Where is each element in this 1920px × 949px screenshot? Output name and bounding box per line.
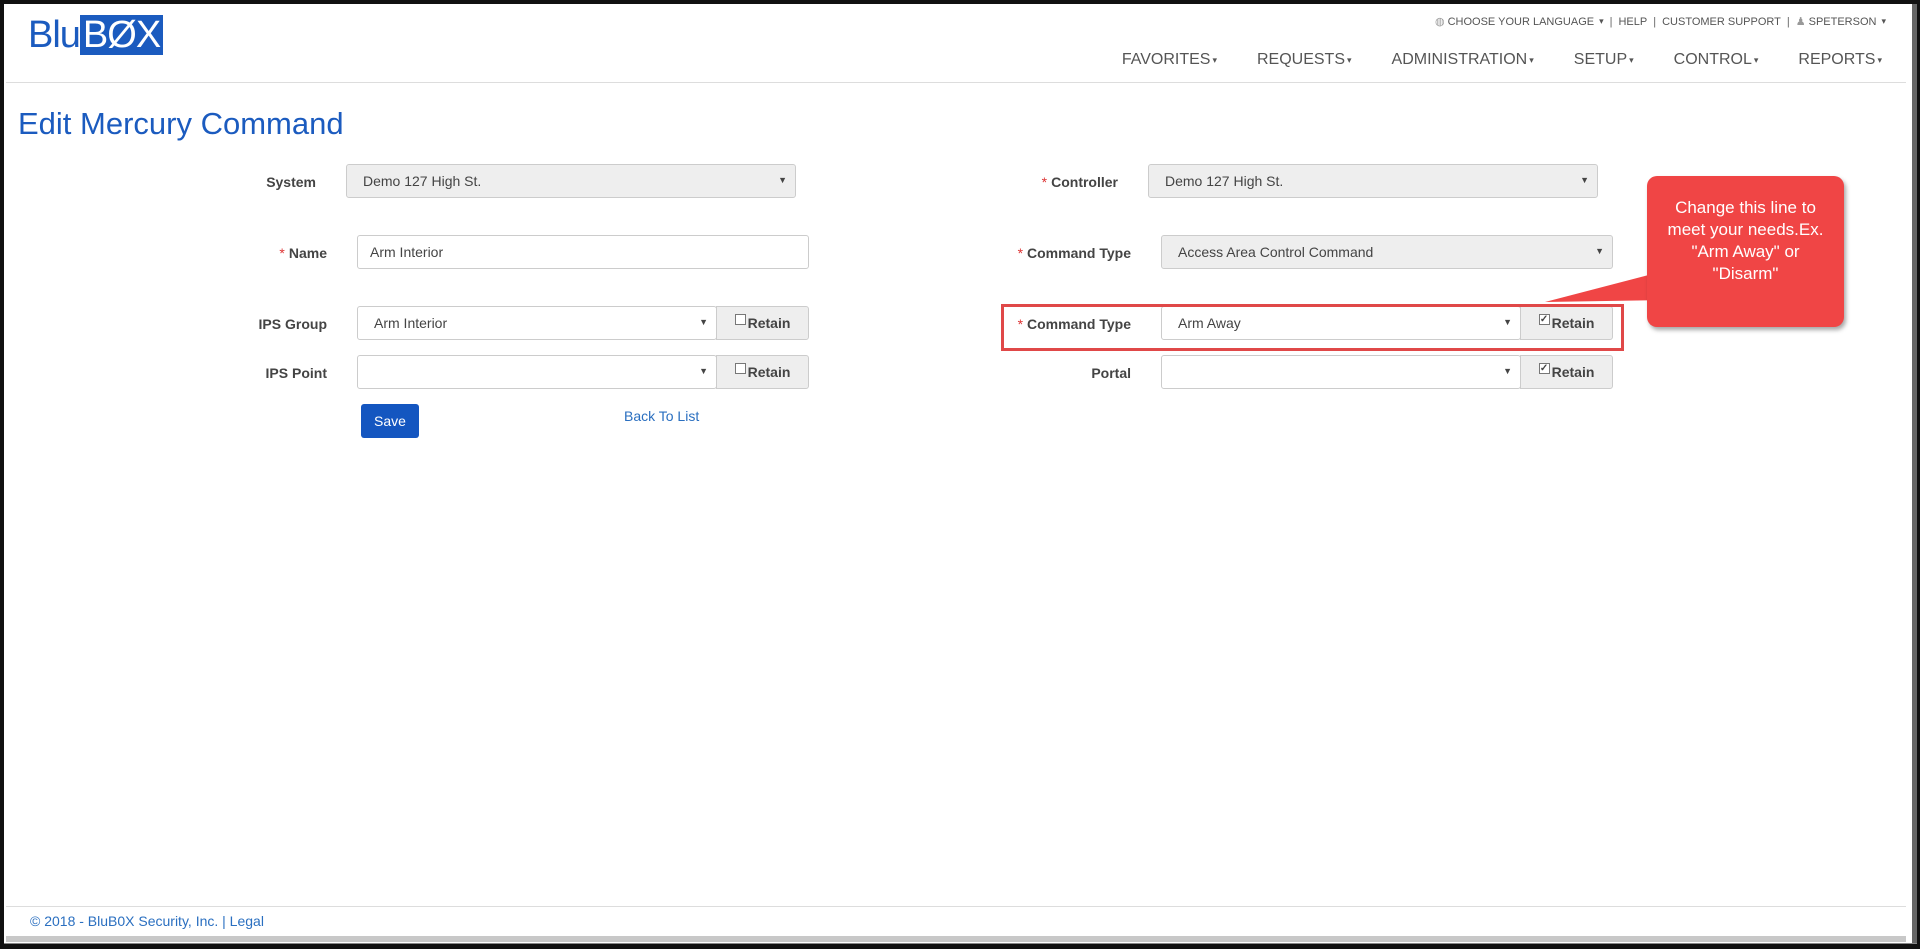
nav-favorites[interactable]: FAVORITES ▾	[1102, 51, 1237, 69]
vertical-scrollbar[interactable]	[1906, 84, 1912, 904]
language-label: CHOOSE YOUR LANGUAGE	[1447, 15, 1595, 28]
caret-down-icon: ▼	[778, 175, 787, 185]
command-type-select[interactable]: Access Area Control Command ▼	[1161, 235, 1613, 269]
logo-text-blu: Blu	[28, 14, 81, 56]
system-select[interactable]: Demo 127 High St. ▼	[346, 164, 796, 198]
ips-group-select[interactable]: Arm Interior ▼	[357, 306, 717, 340]
controller-select[interactable]: Demo 127 High St. ▼	[1148, 164, 1598, 198]
command-type-label-text: Command Type	[1027, 245, 1131, 261]
nav-requests[interactable]: REQUESTS ▾	[1237, 51, 1372, 69]
ips-group-label-text: IPS Group	[258, 316, 327, 332]
caret-down-icon: ▾	[1881, 16, 1886, 26]
nav-administration[interactable]: ADMINISTRATION ▾	[1372, 51, 1554, 69]
retain-checkbox[interactable]	[734, 362, 746, 374]
retain-checkbox[interactable]	[734, 313, 746, 325]
ips-point-label: IPS Point	[230, 365, 327, 381]
system-label: System	[230, 174, 316, 190]
retain-label: Retain	[747, 315, 791, 331]
caret-down-icon: ▼	[1503, 366, 1512, 376]
nav-setup[interactable]: SETUP ▾	[1554, 51, 1654, 69]
user-label: SPETERSON	[1808, 15, 1877, 28]
ips-group-label: IPS Group	[230, 316, 327, 332]
caret-down-icon: ▾	[1753, 54, 1759, 65]
name-input[interactable]: Arm Interior	[357, 235, 809, 269]
caret-down-icon: ▾	[1599, 16, 1604, 26]
callout-pointer	[1545, 270, 1668, 302]
footer-text[interactable]: © 2018 - BluB0X Security, Inc. | Legal	[30, 913, 264, 929]
retain-label: Retain	[747, 364, 791, 380]
nav-control-label: CONTROL	[1673, 51, 1752, 68]
ips-point-select[interactable]: ▼	[357, 355, 717, 389]
app-header: Blu BØX ◍ CHOOSE YOUR LANGUAGE ▾ | HELP |…	[6, 5, 1906, 83]
page-title: Edit Mercury Command	[18, 106, 344, 141]
system-select-value: Demo 127 High St.	[363, 173, 482, 189]
main-nav: FAVORITES ▾ REQUESTS ▾ ADMINISTRATION ▾ SET…	[1102, 51, 1886, 69]
retain-label: Retain	[1551, 364, 1595, 380]
back-to-list-link[interactable]: Back To List	[624, 408, 699, 424]
nav-setup-label: SETUP	[1573, 51, 1628, 68]
caret-down-icon: ▾	[1347, 54, 1352, 65]
nav-administration-label: ADMINISTRATION	[1391, 51, 1528, 68]
divider: |	[1609, 15, 1613, 28]
ips-group-retain[interactable]: Retain	[716, 306, 809, 340]
globe-icon: ◍	[1434, 16, 1445, 28]
system-label-text: System	[266, 174, 316, 190]
nav-reports[interactable]: REPORTS ▾	[1778, 51, 1886, 69]
caret-down-icon: ▾	[1212, 54, 1217, 65]
name-label-text: Name	[288, 245, 327, 261]
caret-down-icon: ▾	[1629, 54, 1634, 65]
name-label: * Name	[230, 245, 327, 261]
controller-label-text: Controller	[1051, 174, 1118, 190]
ips-group-select-value: Arm Interior	[374, 315, 448, 331]
nav-reports-label: REPORTS	[1798, 51, 1876, 68]
caret-down-icon: ▼	[699, 366, 708, 376]
command-type-select-value: Access Area Control Command	[1178, 244, 1374, 260]
portal-label-text: Portal	[1091, 365, 1131, 381]
utility-nav: ◍ CHOOSE YOUR LANGUAGE ▾ | HELP | CUSTOM…	[1434, 15, 1886, 29]
caret-down-icon: ▼	[1580, 175, 1589, 185]
user-menu[interactable]: ♟ SPETERSON ▾	[1795, 15, 1886, 29]
divider: |	[1653, 15, 1657, 28]
horizontal-scrollbar[interactable]	[6, 936, 1906, 942]
required-marker: *	[1041, 174, 1048, 190]
ips-point-retain[interactable]: Retain	[716, 355, 809, 389]
portal-retain[interactable]: ✓ Retain	[1520, 355, 1613, 389]
help-link[interactable]: HELP	[1618, 16, 1647, 28]
logo-text-box: BØX	[79, 15, 164, 55]
ips-point-label-text: IPS Point	[265, 365, 327, 381]
highlight-box	[1001, 304, 1624, 351]
caret-down-icon: ▼	[1595, 246, 1604, 256]
screenshot-frame	[0, 0, 1920, 949]
save-button[interactable]: Save	[361, 404, 419, 438]
caret-down-icon: ▾	[1877, 54, 1882, 65]
annotation-callout: Change this line to meet your needs.Ex. …	[1647, 176, 1844, 327]
language-menu[interactable]: ◍ CHOOSE YOUR LANGUAGE ▾	[1434, 15, 1604, 29]
retain-checkbox-checked[interactable]: ✓	[1538, 362, 1550, 374]
portal-label: Portal	[1000, 365, 1131, 381]
controller-select-value: Demo 127 High St.	[1165, 173, 1284, 189]
command-type-label: * Command Type	[1000, 245, 1131, 261]
name-input-value: Arm Interior	[370, 244, 444, 260]
required-marker: *	[1017, 245, 1024, 261]
footer: © 2018 - BluB0X Security, Inc. | Legal	[6, 906, 1906, 936]
nav-requests-label: REQUESTS	[1256, 51, 1345, 68]
support-link[interactable]: CUSTOMER SUPPORT	[1662, 16, 1781, 28]
divider: |	[1786, 15, 1790, 28]
controller-label: * Controller	[1000, 174, 1118, 190]
caret-down-icon: ▼	[699, 317, 708, 327]
user-icon: ♟	[1795, 16, 1806, 28]
portal-select[interactable]: ▼	[1161, 355, 1521, 389]
nav-control[interactable]: CONTROL ▾	[1654, 51, 1779, 69]
blubox-logo[interactable]: Blu BØX	[28, 14, 164, 56]
required-marker: *	[279, 245, 285, 261]
nav-favorites-label: FAVORITES	[1121, 51, 1211, 68]
caret-down-icon: ▾	[1529, 54, 1534, 65]
